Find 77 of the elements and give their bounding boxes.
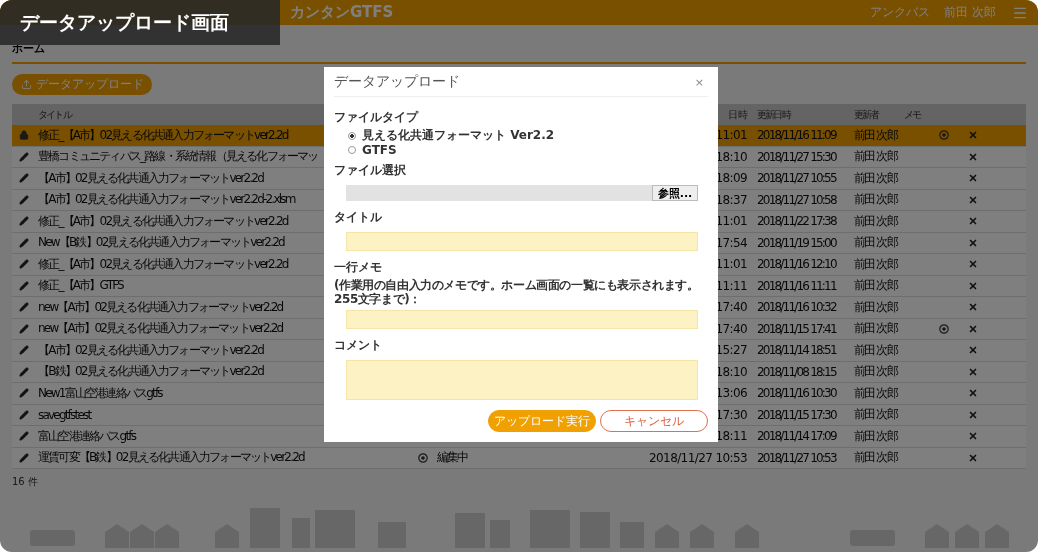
table-cell: 2018/11/15 17:30 bbox=[757, 407, 836, 422]
table-cell: new【A市】02見える化共通入力フォーマットver2.2d bbox=[38, 320, 283, 338]
table-cell: 2018/11/22 17:38 bbox=[757, 214, 836, 229]
table-cell: 前田 次郎 bbox=[854, 277, 897, 295]
table-cell: 13:06 bbox=[715, 386, 747, 401]
table-cell: 前田 次郎 bbox=[854, 384, 897, 402]
app-title: カンタンGTFS bbox=[290, 3, 394, 22]
field-label: コメント bbox=[334, 337, 382, 355]
table-cell: 富山空港連絡バスgtfs bbox=[38, 427, 136, 445]
table-cell: 18:10 bbox=[715, 149, 747, 164]
field-label: 一行メモ bbox=[334, 259, 382, 277]
table-cell: 17:54 bbox=[715, 235, 747, 250]
table-cell: New【B鉄】02見える化共通入力フォーマットver2.2d bbox=[38, 234, 284, 252]
table-cell: 2018/11/16 12:10 bbox=[757, 257, 836, 272]
table-cell: 17:40 bbox=[715, 321, 747, 336]
table-cell: 2018/11/14 17:09 bbox=[757, 429, 836, 444]
table-cell: 【A市】02見える化共通入力フォーマットver2.2d bbox=[38, 341, 263, 359]
table-cell: New1富山空港連絡バスgtfs bbox=[38, 384, 162, 402]
table-cell: 2018/11/08 18:15 bbox=[757, 364, 836, 379]
table-cell: 修正_【A市】02見える化共通入力フォーマットver2.2d bbox=[38, 212, 288, 230]
table-cell: 修正_【A市】02見える化共通入力フォーマットver2.2d bbox=[38, 255, 288, 273]
table-cell: 前田 次郎 bbox=[854, 449, 897, 467]
table-cell: 前田 次郎 bbox=[854, 234, 897, 252]
table-cell: 前田 次郎 bbox=[854, 169, 897, 187]
table-cell: 2018/11/16 11:09 bbox=[757, 128, 836, 143]
table-cell: 2018/11/27 10:55 bbox=[757, 171, 836, 186]
table-cell: 17:30 bbox=[715, 407, 747, 422]
row-count: 16 件 bbox=[12, 475, 38, 489]
table-cell: 11:01 bbox=[715, 214, 747, 229]
table-cell: 豊橋コミュニティバス_路線・系統情報（見える化フォーマッ bbox=[38, 148, 318, 166]
table-cell: 【A市】02見える化共通入力フォーマットver2.2d-2.xlsm bbox=[38, 191, 295, 209]
table-cell: 前田 次郎 bbox=[854, 363, 897, 381]
table-cell: 18:11 bbox=[715, 429, 747, 444]
table-cell: 前田 次郎 bbox=[854, 320, 897, 338]
table-cell: 修正_【A市】02見える化共通入力フォーマットver2.2d bbox=[38, 126, 288, 144]
table-cell: 前田 次郎 bbox=[854, 191, 897, 209]
table-cell: 2018/11/14 18:51 bbox=[757, 343, 836, 358]
table-cell: 18:10 bbox=[715, 364, 747, 379]
table-cell: new【A市】02見える化共通入力フォーマットver2.2d bbox=[38, 298, 283, 316]
caption-text: データアップロード画面 bbox=[20, 9, 229, 35]
table-cell: 11:11 bbox=[715, 278, 747, 293]
table-cell: 2018/11/19 15:00 bbox=[757, 235, 836, 250]
field-hint: (作業用の自由入力のメモです。ホーム画面の一覧にも表示されます。255文字まで)： bbox=[334, 278, 700, 307]
field-label: ファイル選択 bbox=[334, 162, 406, 180]
table-cell: 前田 次郎 bbox=[854, 255, 897, 273]
table-cell: 2018/11/16 11:11 bbox=[757, 278, 836, 293]
table-cell: 18:37 bbox=[715, 192, 747, 207]
table-cell: 15:27 bbox=[715, 343, 747, 358]
table-cell: savegtfstest bbox=[38, 407, 91, 422]
table-cell: 前田 次郎 bbox=[854, 148, 897, 166]
field-label: タイトル bbox=[334, 209, 382, 227]
table-cell: 前田 次郎 bbox=[854, 341, 897, 359]
table-cell: 2018/11/16 10:30 bbox=[757, 386, 836, 401]
table-cell: 編集中 bbox=[437, 449, 468, 467]
table-cell: 18:09 bbox=[715, 171, 747, 186]
company-name: アンクバス bbox=[870, 4, 931, 21]
user-name: 前田 次郎 bbox=[944, 4, 996, 21]
dialog-title: データアップロード bbox=[334, 73, 460, 91]
table-cell: 【A市】02見える化共通入力フォーマットver2.2d bbox=[38, 169, 263, 187]
table-cell: 前田 次郎 bbox=[854, 427, 897, 445]
table-cell: 前田 次郎 bbox=[854, 298, 897, 316]
table-cell: 修正_【A市】GTFS bbox=[38, 277, 123, 295]
table-cell: 前田 次郎 bbox=[854, 212, 897, 230]
table-cell: 2018/11/16 10:32 bbox=[757, 300, 836, 315]
table-cell: 前田 次郎 bbox=[854, 406, 897, 424]
table-cell: 2018/11/27 10:58 bbox=[757, 192, 836, 207]
table-cell: 前田 次郎 bbox=[854, 126, 897, 144]
table-cell: 11:01 bbox=[715, 257, 747, 272]
table-cell: 17:40 bbox=[715, 300, 747, 315]
table-cell: 2018/11/27 15:30 bbox=[757, 149, 836, 164]
table-cell: 2018/11/27 10:53 bbox=[649, 450, 747, 465]
table-cell: 11:01 bbox=[715, 128, 747, 143]
field-label: ファイルタイプ bbox=[334, 109, 418, 126]
table-cell: 2018/11/15 17:41 bbox=[757, 321, 836, 336]
table-cell: 【B鉄】02見える化共通入力フォーマットver2.2d bbox=[38, 363, 264, 381]
table-cell: 2018/11/27 10:53 bbox=[757, 450, 836, 465]
table-cell: 運賃可変【B鉄】02見える化共通入力フォーマットver2.2d bbox=[38, 449, 304, 467]
